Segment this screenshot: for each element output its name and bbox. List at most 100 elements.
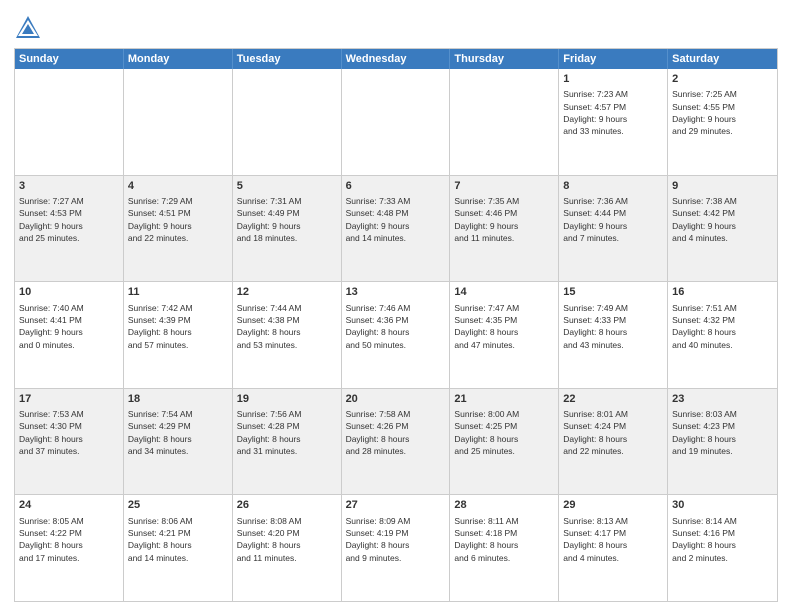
day-number: 22 [563, 392, 663, 407]
day-info: Sunrise: 7:35 AM Sunset: 4:46 PM Dayligh… [454, 195, 554, 244]
calendar-cell: 7Sunrise: 7:35 AM Sunset: 4:46 PM Daylig… [450, 176, 559, 282]
day-info: Sunrise: 7:51 AM Sunset: 4:32 PM Dayligh… [672, 302, 773, 351]
header-day-saturday: Saturday [668, 49, 777, 69]
calendar-row-3: 17Sunrise: 7:53 AM Sunset: 4:30 PM Dayli… [15, 388, 777, 495]
day-info: Sunrise: 8:01 AM Sunset: 4:24 PM Dayligh… [563, 408, 663, 457]
calendar-cell: 22Sunrise: 8:01 AM Sunset: 4:24 PM Dayli… [559, 389, 668, 495]
calendar-cell [342, 69, 451, 175]
calendar-cell: 23Sunrise: 8:03 AM Sunset: 4:23 PM Dayli… [668, 389, 777, 495]
calendar: SundayMondayTuesdayWednesdayThursdayFrid… [14, 48, 778, 602]
day-number: 17 [19, 392, 119, 407]
header-day-wednesday: Wednesday [342, 49, 451, 69]
day-number: 11 [128, 285, 228, 300]
calendar-cell: 25 Sunrise: 8:06 AM Sunset: 4:21 PM Dayli… [124, 495, 233, 601]
day-info: Sunrise: 7:40 AM Sunset: 4:41 PM Dayligh… [19, 302, 119, 351]
day-info: Sunrise: 7:33 AM Sunset: 4:48 PM Dayligh… [346, 195, 446, 244]
calendar-cell [15, 69, 124, 175]
day-number: 9 [672, 179, 773, 194]
calendar-cell: 21Sunrise: 8:00 AM Sunset: 4:25 PM Dayli… [450, 389, 559, 495]
page: SundayMondayTuesdayWednesdayThursdayFrid… [0, 0, 792, 612]
day-number: 30 [672, 498, 773, 513]
calendar-cell: 6Sunrise: 7:33 AM Sunset: 4:48 PM Daylig… [342, 176, 451, 282]
calendar-cell: 26 Sunrise: 8:08 AM Sunset: 4:20 PM Dayli… [233, 495, 342, 601]
day-info: Sunrise: 8:08 AM Sunset: 4:20 PM Dayligh… [237, 515, 337, 564]
day-info: Sunrise: 7:47 AM Sunset: 4:35 PM Dayligh… [454, 302, 554, 351]
calendar-cell: 30 Sunrise: 8:14 AM Sunset: 4:16 PM Dayli… [668, 495, 777, 601]
day-info: Sunrise: 7:25 AM Sunset: 4:55 PM Dayligh… [672, 88, 773, 137]
header-day-monday: Monday [124, 49, 233, 69]
header-day-tuesday: Tuesday [233, 49, 342, 69]
logo [14, 14, 46, 42]
calendar-cell: 5Sunrise: 7:31 AM Sunset: 4:49 PM Daylig… [233, 176, 342, 282]
day-number: 20 [346, 392, 446, 407]
day-number: 4 [128, 179, 228, 194]
header-day-thursday: Thursday [450, 49, 559, 69]
day-number: 5 [237, 179, 337, 194]
calendar-cell: 13 Sunrise: 7:46 AM Sunset: 4:36 PM Dayli… [342, 282, 451, 388]
calendar-cell: 9Sunrise: 7:38 AM Sunset: 4:42 PM Daylig… [668, 176, 777, 282]
calendar-row-2: 10 Sunrise: 7:40 AM Sunset: 4:41 PM Dayli… [15, 281, 777, 388]
day-info: Sunrise: 7:54 AM Sunset: 4:29 PM Dayligh… [128, 408, 228, 457]
day-info: Sunrise: 8:13 AM Sunset: 4:17 PM Dayligh… [563, 515, 663, 564]
calendar-cell: 14 Sunrise: 7:47 AM Sunset: 4:35 PM Dayli… [450, 282, 559, 388]
day-info: Sunrise: 7:38 AM Sunset: 4:42 PM Dayligh… [672, 195, 773, 244]
day-info: Sunrise: 7:53 AM Sunset: 4:30 PM Dayligh… [19, 408, 119, 457]
calendar-row-1: 3Sunrise: 7:27 AM Sunset: 4:53 PM Daylig… [15, 175, 777, 282]
day-number: 8 [563, 179, 663, 194]
calendar-cell: 15 Sunrise: 7:49 AM Sunset: 4:33 PM Dayli… [559, 282, 668, 388]
calendar-cell: 18Sunrise: 7:54 AM Sunset: 4:29 PM Dayli… [124, 389, 233, 495]
calendar-cell: 27 Sunrise: 8:09 AM Sunset: 4:19 PM Dayli… [342, 495, 451, 601]
calendar-cell: 29 Sunrise: 8:13 AM Sunset: 4:17 PM Dayli… [559, 495, 668, 601]
day-info: Sunrise: 8:09 AM Sunset: 4:19 PM Dayligh… [346, 515, 446, 564]
calendar-cell: 10 Sunrise: 7:40 AM Sunset: 4:41 PM Dayli… [15, 282, 124, 388]
day-number: 10 [19, 285, 119, 300]
day-info: Sunrise: 8:06 AM Sunset: 4:21 PM Dayligh… [128, 515, 228, 564]
day-info: Sunrise: 7:29 AM Sunset: 4:51 PM Dayligh… [128, 195, 228, 244]
calendar-cell [450, 69, 559, 175]
day-number: 2 [672, 72, 773, 87]
calendar-cell [233, 69, 342, 175]
day-number: 15 [563, 285, 663, 300]
day-number: 27 [346, 498, 446, 513]
calendar-cell: 28 Sunrise: 8:11 AM Sunset: 4:18 PM Dayli… [450, 495, 559, 601]
calendar-cell: 17Sunrise: 7:53 AM Sunset: 4:30 PM Dayli… [15, 389, 124, 495]
day-number: 14 [454, 285, 554, 300]
day-info: Sunrise: 7:56 AM Sunset: 4:28 PM Dayligh… [237, 408, 337, 457]
header [14, 10, 778, 42]
day-info: Sunrise: 7:44 AM Sunset: 4:38 PM Dayligh… [237, 302, 337, 351]
day-info: Sunrise: 7:58 AM Sunset: 4:26 PM Dayligh… [346, 408, 446, 457]
day-info: Sunrise: 8:11 AM Sunset: 4:18 PM Dayligh… [454, 515, 554, 564]
calendar-cell [124, 69, 233, 175]
day-number: 25 [128, 498, 228, 513]
day-info: Sunrise: 8:14 AM Sunset: 4:16 PM Dayligh… [672, 515, 773, 564]
day-number: 19 [237, 392, 337, 407]
day-number: 6 [346, 179, 446, 194]
day-info: Sunrise: 7:36 AM Sunset: 4:44 PM Dayligh… [563, 195, 663, 244]
calendar-row-4: 24 Sunrise: 8:05 AM Sunset: 4:22 PM Dayli… [15, 494, 777, 601]
day-number: 24 [19, 498, 119, 513]
day-info: Sunrise: 8:05 AM Sunset: 4:22 PM Dayligh… [19, 515, 119, 564]
day-number: 28 [454, 498, 554, 513]
calendar-cell: 24 Sunrise: 8:05 AM Sunset: 4:22 PM Dayli… [15, 495, 124, 601]
day-number: 7 [454, 179, 554, 194]
day-number: 29 [563, 498, 663, 513]
day-info: Sunrise: 7:31 AM Sunset: 4:49 PM Dayligh… [237, 195, 337, 244]
calendar-cell: 8Sunrise: 7:36 AM Sunset: 4:44 PM Daylig… [559, 176, 668, 282]
day-info: Sunrise: 8:00 AM Sunset: 4:25 PM Dayligh… [454, 408, 554, 457]
day-info: Sunrise: 7:23 AM Sunset: 4:57 PM Dayligh… [563, 88, 663, 137]
logo-icon [14, 14, 42, 42]
day-number: 3 [19, 179, 119, 194]
day-number: 21 [454, 392, 554, 407]
day-number: 16 [672, 285, 773, 300]
day-number: 1 [563, 72, 663, 87]
header-day-friday: Friday [559, 49, 668, 69]
calendar-header: SundayMondayTuesdayWednesdayThursdayFrid… [15, 49, 777, 69]
day-number: 13 [346, 285, 446, 300]
day-number: 26 [237, 498, 337, 513]
calendar-row-0: 1Sunrise: 7:23 AM Sunset: 4:57 PM Daylig… [15, 69, 777, 175]
calendar-cell: 12 Sunrise: 7:44 AM Sunset: 4:38 PM Dayli… [233, 282, 342, 388]
day-number: 12 [237, 285, 337, 300]
day-info: Sunrise: 7:46 AM Sunset: 4:36 PM Dayligh… [346, 302, 446, 351]
day-info: Sunrise: 7:49 AM Sunset: 4:33 PM Dayligh… [563, 302, 663, 351]
day-info: Sunrise: 7:27 AM Sunset: 4:53 PM Dayligh… [19, 195, 119, 244]
